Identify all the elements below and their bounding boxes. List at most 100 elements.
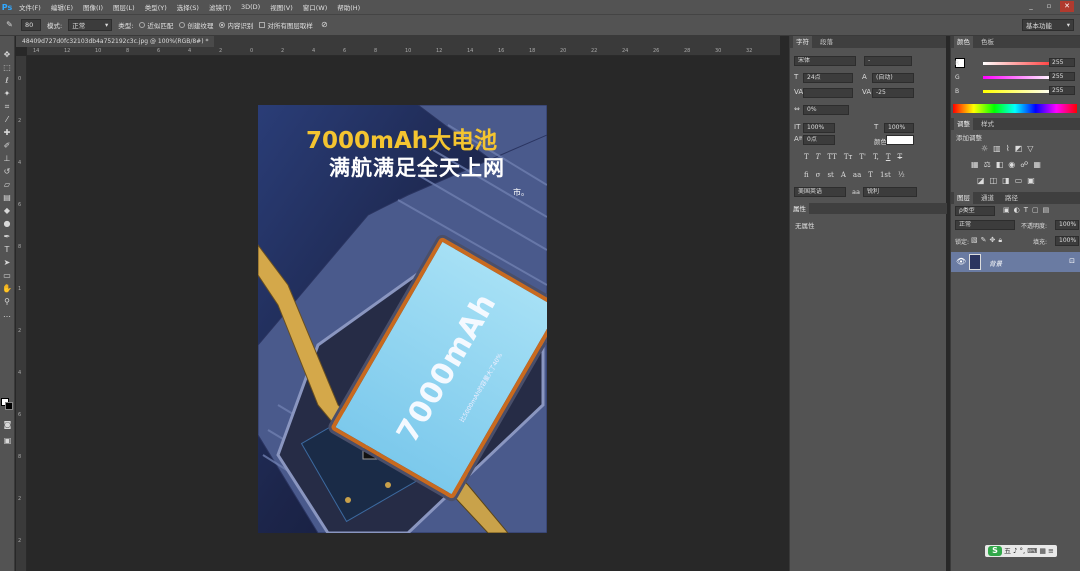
filter-shape-icon[interactable]: ▢ [1032, 206, 1039, 214]
marquee-tool-icon[interactable]: ⬚ [2, 63, 13, 73]
hue-saturation-icon[interactable]: ▦ [971, 160, 979, 169]
color-balance-icon[interactable]: ⚖ [984, 160, 991, 169]
faux-bold-button[interactable]: T [804, 153, 809, 163]
quick-select-tool-icon[interactable]: ✦ [2, 89, 13, 99]
minimize-button[interactable]: _ [1024, 1, 1038, 12]
fill-input[interactable]: 100% [1055, 236, 1079, 246]
workspace-select[interactable]: 基本功能 ▾ [1022, 19, 1074, 31]
tab-styles[interactable]: 样式 [978, 118, 997, 130]
blend-mode-select[interactable]: 正常 [955, 220, 1015, 230]
all-caps-button[interactable]: TT [827, 153, 836, 163]
pen-tool-icon[interactable]: ✒ [2, 232, 13, 242]
strikethrough-button[interactable]: T [898, 153, 903, 163]
ime-grid-icon[interactable]: ▦ [1039, 547, 1046, 555]
type-option-texture[interactable]: 创建纹理 [179, 20, 213, 30]
background-color-swatch[interactable] [5, 402, 13, 410]
posterize-icon[interactable]: ◫ [990, 176, 998, 185]
channel-mixer-icon[interactable]: ☍ [1020, 160, 1028, 169]
menu-select[interactable]: 选择(S) [172, 2, 204, 12]
language-select[interactable]: 美国英语 [794, 187, 846, 197]
fractions-button[interactable]: ½ [898, 171, 905, 181]
menu-view[interactable]: 视图(V) [265, 2, 298, 12]
pressure-size-icon[interactable]: ⊘ [319, 20, 330, 30]
green-slider-track[interactable] [983, 75, 1053, 79]
titling-button[interactable]: T [868, 171, 873, 181]
menu-filter[interactable]: 滤镜(T) [204, 2, 236, 12]
curves-icon[interactable]: ⌇ [1006, 144, 1010, 153]
gradient-map-icon[interactable]: ▭ [1015, 176, 1023, 185]
opacity-input[interactable]: 100% [1055, 220, 1079, 230]
canvas-area[interactable]: 7000mAh大电池 满航满足全天上网 市。 7000mAh 比5000mAh的… [27, 56, 780, 571]
tab-color[interactable]: 颜色 [954, 36, 973, 48]
black-white-icon[interactable]: ◧ [996, 160, 1004, 169]
sample-all-layers-checkbox[interactable]: 对所有图层取样 [259, 20, 313, 30]
photo-filter-icon[interactable]: ◉ [1008, 160, 1015, 169]
tab-paragraph[interactable]: 段落 [817, 36, 836, 48]
mode-select[interactable]: 正常 ▾ [68, 19, 113, 31]
tab-paths[interactable]: 路径 [1002, 192, 1021, 204]
document-artwork[interactable]: 7000mAh大电池 满航满足全天上网 市。 7000mAh 比5000mAh的… [258, 105, 547, 533]
blue-value-input[interactable]: 255 [1049, 86, 1075, 95]
vertical-scale-input[interactable]: 100% [803, 123, 835, 133]
superscript-button[interactable]: T' [859, 153, 866, 163]
brush-tool-icon[interactable]: ✐ [2, 141, 13, 151]
swash-button[interactable]: A [841, 171, 846, 181]
discretionary-lig-button[interactable]: st [827, 171, 833, 181]
underline-button[interactable]: T [886, 153, 891, 163]
filter-type-icon[interactable]: T [1024, 206, 1028, 214]
tab-character[interactable]: 字符 [793, 36, 812, 48]
lasso-tool-icon[interactable]: ℓ [2, 76, 13, 86]
ime-logo[interactable]: S [988, 546, 1002, 556]
layer-row-background[interactable]: 👁︎ 背景 ⊡ [951, 252, 1080, 272]
menu-file[interactable]: 文件(F) [14, 2, 46, 12]
small-caps-button[interactable]: Tт [844, 153, 853, 163]
menu-type[interactable]: 类型(Y) [140, 2, 172, 12]
type-tool-icon[interactable]: T [2, 245, 13, 255]
filter-pixel-icon[interactable]: ▣ [1003, 206, 1010, 214]
history-brush-tool-icon[interactable]: ↺ [2, 167, 13, 177]
kerning-input[interactable] [803, 88, 853, 98]
horizontal-scale-input[interactable]: 100% [884, 123, 914, 133]
faux-italic-button[interactable]: T [816, 153, 821, 163]
shape-tool-icon[interactable]: ▭ [2, 271, 13, 281]
text-color-swatch[interactable] [886, 135, 914, 145]
blue-slider-track[interactable] [983, 89, 1053, 93]
filter-smart-icon[interactable]: ▤ [1043, 206, 1050, 214]
lock-all-icon[interactable]: 🔒︎ [998, 236, 1002, 245]
tab-properties[interactable]: 属性 [790, 203, 809, 215]
exposure-icon[interactable]: ◩ [1015, 144, 1023, 153]
eyedropper-tool-icon[interactable]: ⁄ [2, 115, 13, 125]
threshold-icon[interactable]: ◨ [1002, 176, 1010, 185]
invert-icon[interactable]: ◪ [977, 176, 985, 185]
clone-stamp-tool-icon[interactable]: ⊥ [2, 154, 13, 164]
type-option-proximity[interactable]: 近似匹配 [139, 20, 173, 30]
crop-tool-icon[interactable]: ⌗ [2, 102, 13, 112]
brush-size-picker[interactable]: 80 [21, 19, 41, 31]
color-slider-g[interactable]: G [955, 72, 1053, 82]
baseline-shift-input[interactable]: 0点 [803, 135, 835, 145]
tab-swatches[interactable]: 色板 [978, 36, 997, 48]
brightness-icon[interactable]: ☼ [981, 144, 988, 153]
menu-window[interactable]: 窗口(W) [298, 2, 333, 12]
dodge-tool-icon[interactable]: ● [2, 219, 13, 229]
tab-channels[interactable]: 通道 [978, 192, 997, 204]
ime-keyboard-icon[interactable]: ⌨ [1027, 547, 1037, 555]
filter-adjust-icon[interactable]: ◐ [1014, 206, 1020, 214]
leading-input[interactable]: (自动) [872, 73, 914, 83]
zoom-tool-icon[interactable]: ⚲ [2, 297, 13, 307]
stylistic-alt-button[interactable]: aa [853, 171, 861, 181]
selective-color-icon[interactable]: ▣ [1027, 176, 1035, 185]
green-value-input[interactable]: 255 [1049, 72, 1075, 81]
menu-edit[interactable]: 编辑(E) [46, 2, 78, 12]
lock-position-icon[interactable]: ✥ [990, 236, 996, 245]
spot-healing-brush-icon[interactable]: ✎ [4, 20, 15, 30]
red-value-input[interactable]: 255 [1049, 58, 1075, 67]
menu-3d[interactable]: 3D(D) [236, 3, 265, 11]
red-slider-track[interactable] [983, 61, 1053, 65]
antialias-select[interactable]: 锐利 [863, 187, 917, 197]
more-tools-icon[interactable]: … [2, 310, 13, 320]
blur-tool-icon[interactable]: ◆ [2, 206, 13, 216]
close-button[interactable]: ✕ [1060, 1, 1074, 12]
ime-menu-icon[interactable]: ≡ [1048, 547, 1054, 555]
tsume-input[interactable]: 0% [803, 105, 849, 115]
